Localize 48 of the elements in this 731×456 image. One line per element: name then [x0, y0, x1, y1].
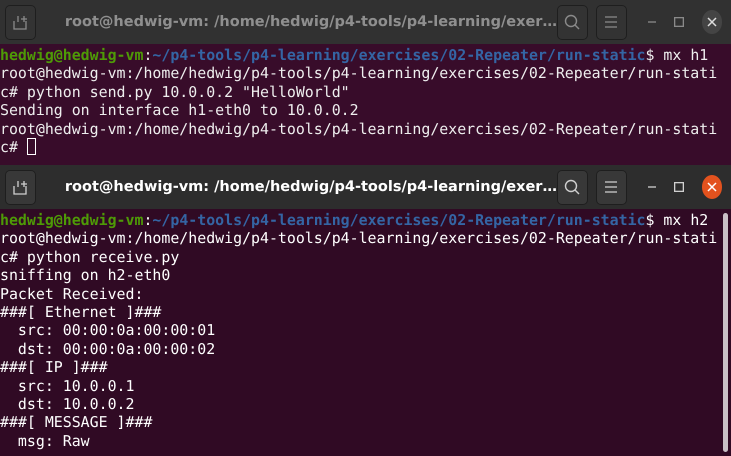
- terminal-line: ###[ IP ]###: [0, 358, 108, 376]
- search-icon: [564, 14, 580, 30]
- new-tab-button[interactable]: [5, 170, 36, 204]
- terminal-line: c# python receive.py: [0, 248, 180, 266]
- new-tab-button[interactable]: [5, 4, 36, 40]
- terminal-line: src: 00:00:0a:00:00:01: [16, 321, 216, 340]
- maximize-icon: [674, 182, 684, 192]
- terminal-line: dst: 00:00:0a:00:00:02: [16, 340, 216, 358]
- close-button[interactable]: [702, 10, 722, 34]
- window-title: root@hedwig-vm: /home/hedwig/p4-tools/p4-learning/exer…: [64, 14, 557, 30]
- scrollbar[interactable]: [723, 213, 728, 452]
- terminal-line: sniffing on h2-eth0: [0, 266, 170, 284]
- prompt-separator: :: [143, 46, 152, 64]
- close-icon: [706, 17, 717, 27]
- new-tab-icon: [12, 14, 28, 30]
- menu-button[interactable]: [596, 170, 627, 204]
- terminal-line: root@hedwig-vm:/home/hedwig/p4-tools/p4-learning/exercises/02-Repeater/run-stati: [0, 229, 718, 248]
- terminal-line: dst: 10.0.0.2: [16, 394, 134, 413]
- prompt-path: ~/p4-tools/p4-learning/exercises/02-Repeater/run-static: [152, 211, 646, 229]
- terminal-line: ###[ Ethernet ]###: [0, 302, 162, 321]
- search-icon: [564, 179, 580, 195]
- prompt-separator: :: [143, 211, 152, 229]
- terminal-line: ###[ MESSAGE ]###: [0, 413, 152, 432]
- menu-icon: [604, 180, 618, 194]
- prompt-user-host: hedwig@hedwig-vm: [0, 46, 144, 64]
- close-button[interactable]: [702, 175, 722, 199]
- terminal-line: Packet Received:: [0, 284, 144, 303]
- search-button[interactable]: [556, 170, 588, 204]
- prompt-path: ~/p4-tools/p4-learning/exercises/02-Repeater/run-static: [152, 46, 646, 64]
- search-button[interactable]: [556, 4, 588, 40]
- window-title: root@hedwig-vm: /home/hedwig/p4-tools/p4-learning/exer…: [64, 179, 557, 195]
- terminal-line: msg: Raw: [16, 432, 90, 450]
- prompt-user-host: hedwig@hedwig-vm: [0, 211, 144, 229]
- prompt-command: $ mx h1: [646, 46, 708, 64]
- terminal-line: src: 10.0.0.1: [16, 376, 134, 395]
- minimize-icon: [648, 21, 656, 23]
- terminal-line: Sending on interface h1-eth0 to 10.0.0.2: [0, 101, 359, 120]
- prompt-command: $ mx h2: [646, 211, 708, 229]
- terminal-line: c# python send.py 10.0.0.2 "HelloWorld": [0, 82, 350, 101]
- menu-icon: [604, 15, 618, 29]
- maximize-icon: [674, 17, 684, 27]
- terminal-line: root@hedwig-vm:/home/hedwig/p4-tools/p4-learning/exercises/02-Repeater/run-stati: [0, 120, 718, 138]
- terminal-line: c#: [0, 138, 18, 156]
- terminal-line: root@hedwig-vm:/home/hedwig/p4-tools/p4-learning/exercises/02-Repeater/run-stati: [0, 64, 718, 82]
- close-icon: [706, 182, 717, 192]
- minimize-icon: [648, 186, 656, 188]
- menu-button[interactable]: [596, 4, 627, 40]
- new-tab-icon: [12, 180, 28, 194]
